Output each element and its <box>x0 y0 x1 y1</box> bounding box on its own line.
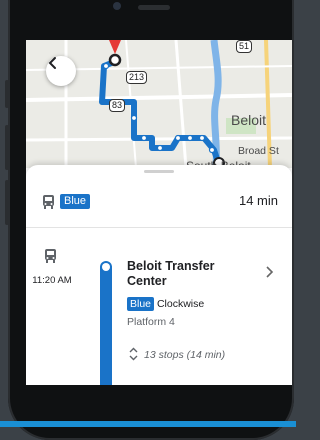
volume-down-button <box>5 180 9 225</box>
back-arrow-icon <box>48 57 56 69</box>
trip-duration: 14 min <box>238 193 278 208</box>
earpiece-speaker <box>138 5 170 10</box>
route-shield: 213 <box>126 71 148 84</box>
volume-up-button <box>5 125 9 170</box>
mute-switch <box>5 80 9 108</box>
stops-count[interactable]: 13 stops (14 min) <box>144 349 225 361</box>
chevron-right-icon[interactable] <box>266 265 274 281</box>
phone-frame: 51 213 83 Beloit Broad St South Beloit <box>5 0 294 440</box>
route-badge: Blue <box>127 297 155 311</box>
bus-icon <box>45 249 56 263</box>
stop-marker <box>102 263 110 271</box>
route-shield: 51 <box>236 40 253 53</box>
route-badge: Blue <box>60 194 91 209</box>
accent-bar <box>0 421 296 427</box>
platform-label: Platform 4 <box>127 316 175 328</box>
stop-name[interactable]: Beloit Transfer Center <box>127 259 247 289</box>
direction-label: Clockwise <box>156 298 205 310</box>
divider <box>26 227 292 228</box>
city-label: Beloit <box>231 112 267 128</box>
road-label: Broad St <box>238 145 279 157</box>
back-button[interactable] <box>46 56 76 86</box>
route-shield: 83 <box>109 99 126 112</box>
expand-icon[interactable] <box>129 347 138 361</box>
destination-pin-icon <box>109 40 121 54</box>
departure-time: 11:20 AM <box>32 275 72 286</box>
transit-route-line <box>100 261 112 385</box>
directions-sheet[interactable]: Blue 14 min 11:20 AM Beloit Transfer Cen… <box>26 165 292 385</box>
app-screen: 51 213 83 Beloit Broad St South Beloit <box>26 40 292 385</box>
front-camera <box>113 2 121 10</box>
trip-summary-row[interactable]: Blue 14 min <box>26 189 292 217</box>
route-direction-row: Blue Clockwise <box>127 297 205 311</box>
route-map[interactable]: 51 213 83 Beloit Broad St South Beloit <box>26 40 292 173</box>
bus-icon <box>43 195 54 209</box>
sheet-drag-handle[interactable] <box>144 170 174 173</box>
